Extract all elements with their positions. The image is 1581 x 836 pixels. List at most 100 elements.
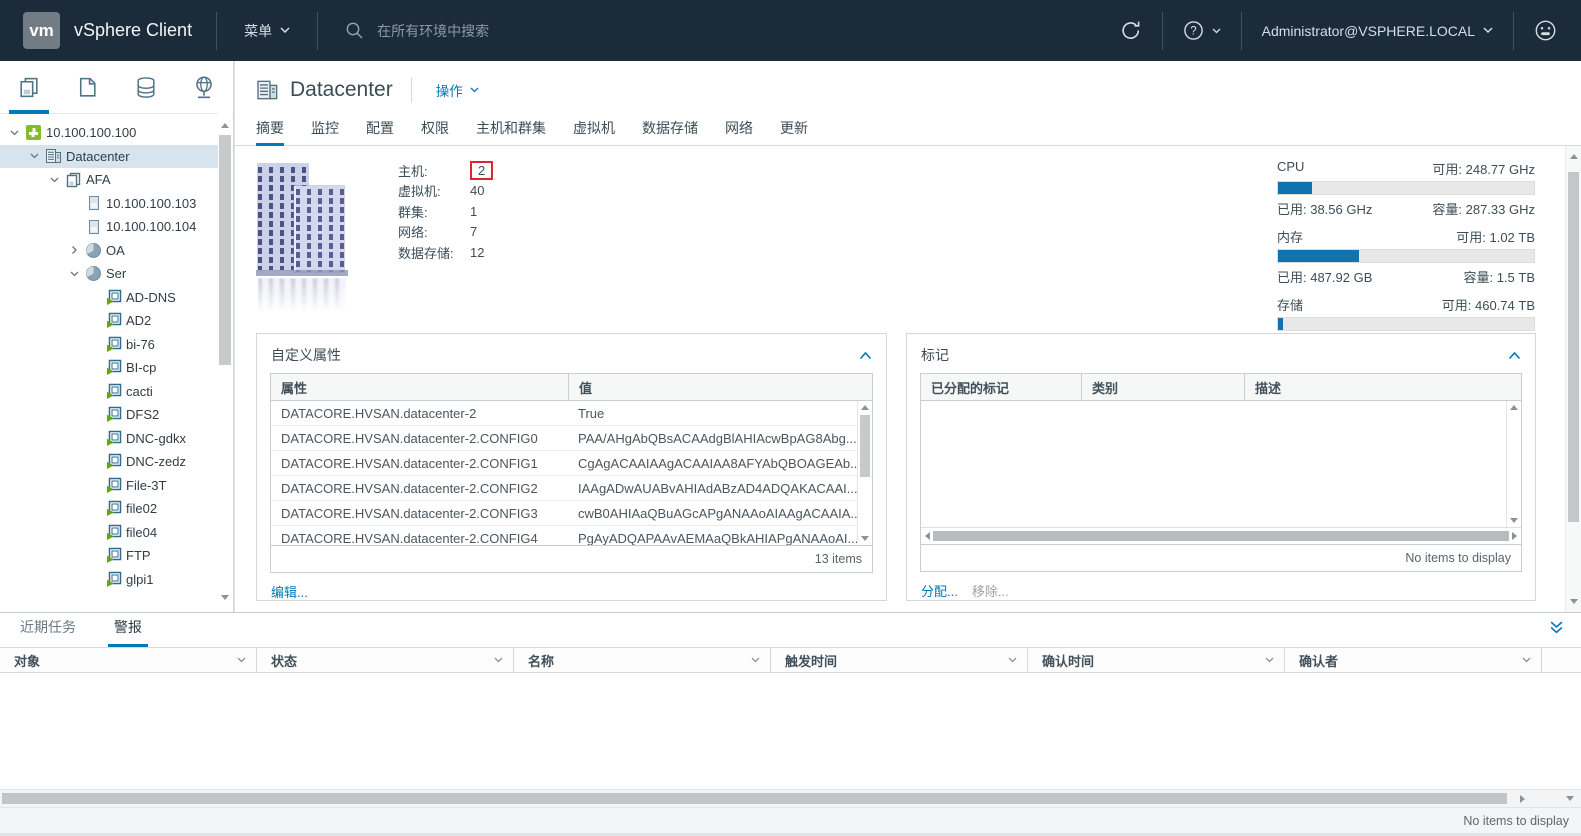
table-row[interactable]: DATACORE.HVSAN.datacenter-2.CONFIG3cwB0A… [271,501,872,526]
meter-label: 存储 [1277,295,1303,314]
expand-chevron-icon[interactable] [66,247,83,253]
help-menu-button[interactable]: ? [1163,20,1241,41]
grid-scrollbar[interactable] [857,401,872,545]
tab-vms[interactable]: 虚拟机 [573,118,615,145]
scrollbar-thumb[interactable] [2,793,1507,804]
tree-item-host-104[interactable]: 10.100.100.104 [0,215,218,239]
nav-vms-and-templates[interactable] [58,61,116,113]
edit-link[interactable]: 编辑... [271,582,308,601]
vmware-logo[interactable]: vm [23,12,60,49]
bottom-h-scrollbar[interactable] [0,789,1581,807]
menu-button[interactable]: 菜单 [217,21,317,41]
tab-updates[interactable]: 更新 [780,118,808,145]
scroll-down-arrow[interactable] [858,536,872,541]
scroll-up-arrow[interactable] [858,405,872,410]
scroll-up-arrow[interactable] [1507,405,1521,410]
tree-item-vcenter[interactable]: 10.100.100.100 [0,121,218,145]
tab-configure[interactable]: 配置 [366,118,394,145]
tree-item-host-103[interactable]: 10.100.100.103 [0,192,218,216]
scrollbar-thumb[interactable] [219,135,231,365]
stat-clusters: 群集:1 [398,201,493,222]
tab-summary[interactable]: 摘要 [256,118,284,145]
column-triggered-time[interactable]: 触发时间 [771,648,1028,672]
tree-item-vm[interactable]: DNC-gdkx [0,427,218,451]
topbar-divider [317,12,318,50]
scroll-left-arrow[interactable] [925,532,930,540]
scroll-down-arrow[interactable] [1566,599,1581,604]
cpu-usage-bar [1277,181,1535,195]
table-row[interactable]: DATACORE.HVSAN.datacenter-2True [271,401,872,426]
table-row[interactable]: DATACORE.HVSAN.datacenter-2.CONFIG0PAA/A… [271,426,872,451]
tree-item-label: AD-DNS [126,290,176,305]
expand-chevron-icon[interactable] [46,177,63,183]
collapse-chevron-icon[interactable] [1508,351,1521,360]
tab-recent-tasks[interactable]: 近期任务 [14,617,82,647]
expand-chevron-icon[interactable] [6,130,23,136]
tab-datastores[interactable]: 数据存储 [642,118,698,145]
assign-link[interactable]: 分配... [921,581,958,600]
scroll-down-arrow[interactable] [1507,518,1521,523]
tree-item-vm[interactable]: glpi1 [0,568,218,592]
column-description[interactable]: 描述 [1245,378,1291,397]
search-input[interactable] [375,22,609,40]
tree-item-afa[interactable]: AFA [0,168,218,192]
tree-item-vm[interactable]: DFS2 [0,403,218,427]
tree-item-vm[interactable]: FTP [0,544,218,568]
column-attribute[interactable]: 属性 [271,378,568,397]
table-row[interactable]: DATACORE.HVSAN.datacenter-2.CONFIG2IAAgA… [271,476,872,501]
collapse-panel-button[interactable] [1549,621,1564,634]
main-scrollbar[interactable] [1565,146,1581,612]
actions-menu-button[interactable]: 操作 [430,79,485,101]
nav-networking[interactable] [175,61,233,113]
column-category[interactable]: 类别 [1082,378,1128,397]
table-row[interactable]: DATACORE.HVSAN.datacenter-2.CONFIG4PgAyA… [271,526,872,545]
column-acknowledged-time[interactable]: 确认时间 [1028,648,1285,672]
column-value[interactable]: 值 [569,378,602,397]
tab-networks[interactable]: 网络 [725,118,753,145]
scroll-right-arrow[interactable] [1512,532,1517,540]
scroll-down-arrow[interactable] [1566,796,1574,801]
column-assigned-tag[interactable]: 已分配的标记 [921,378,1081,397]
tree-item-oa[interactable]: OA [0,239,218,263]
scroll-up-arrow[interactable] [1566,154,1581,159]
tree-item-vm[interactable]: AD-DNS [0,286,218,310]
scroll-up-arrow[interactable] [218,123,232,128]
tree-item-vm[interactable]: AD2 [0,309,218,333]
scrollbar-thumb[interactable] [860,415,870,477]
scrollbar-thumb[interactable] [933,531,1509,541]
tab-permissions[interactable]: 权限 [421,118,449,145]
tree-item-datacenter[interactable]: Datacenter [0,145,218,169]
grid-scrollbar[interactable] [1506,401,1521,527]
collapse-chevron-icon[interactable] [859,351,872,360]
scrollbar-thumb[interactable] [1568,172,1579,522]
tab-monitor[interactable]: 监控 [311,118,339,145]
refresh-button[interactable] [1100,20,1162,41]
global-search[interactable] [345,21,609,40]
user-menu-button[interactable]: Administrator@VSPHERE.LOCAL [1242,23,1513,39]
table-row[interactable]: DATACORE.HVSAN.datacenter-2.CONFIG1CgAgA… [271,451,872,476]
tree-item-vm[interactable]: DNC-zedz [0,450,218,474]
feedback-button[interactable] [1514,19,1565,42]
expand-chevron-icon[interactable] [26,153,43,159]
nav-storage[interactable] [117,61,175,113]
tree-item-vm[interactable]: File-3T [0,474,218,498]
scroll-down-arrow[interactable] [218,595,232,600]
grid-h-scrollbar[interactable] [921,527,1521,544]
tree-item-vm[interactable]: file04 [0,521,218,545]
column-name[interactable]: 名称 [514,648,771,672]
expand-chevron-icon[interactable] [66,271,83,277]
remove-link[interactable]: 移除... [972,581,1009,600]
tree-item-vm[interactable]: BI-cp [0,356,218,380]
tab-alarms[interactable]: 警报 [108,617,148,647]
tree-item-vm[interactable]: cacti [0,380,218,404]
tree-scrollbar[interactable] [218,113,232,612]
tree-item-vm[interactable]: file02 [0,497,218,521]
tab-hosts-clusters[interactable]: 主机和群集 [476,118,546,145]
column-acknowledged-by[interactable]: 确认者 [1285,648,1542,672]
scroll-right-arrow[interactable] [1520,795,1525,803]
tree-item-ser[interactable]: Ser [0,262,218,286]
nav-hosts-and-clusters[interactable] [0,61,58,113]
column-object[interactable]: 对象 [0,648,257,672]
column-status[interactable]: 状态 [257,648,514,672]
tree-item-vm[interactable]: bi-76 [0,333,218,357]
